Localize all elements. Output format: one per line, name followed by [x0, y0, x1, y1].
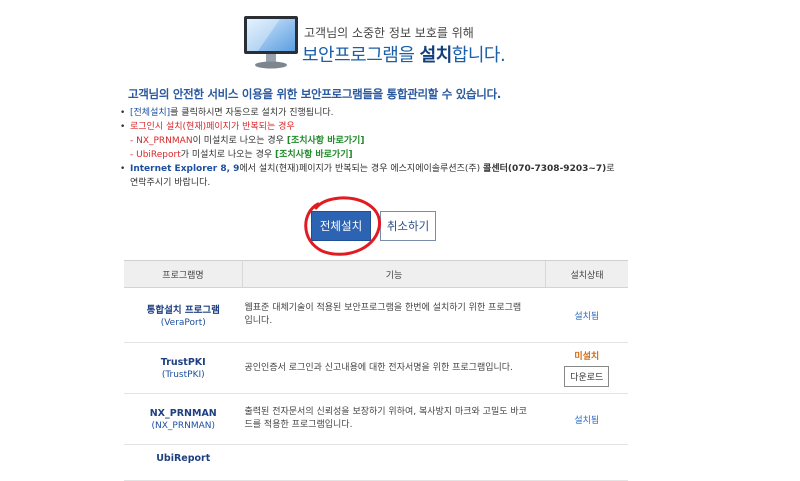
- table-row: TrustPKI (TrustPKI) 공인인증서 로그인과 신고내용에 대한 …: [124, 342, 628, 394]
- program-sub: (NX_PRNMAN): [151, 420, 216, 431]
- program-name: 통합설치 프로그램: [146, 305, 220, 316]
- install-all-link[interactable]: [전체설치]: [130, 108, 170, 118]
- status-cell: 설치됨: [545, 393, 628, 445]
- note-2a-prefix: - NX_PRNMAN: [130, 136, 193, 146]
- note-2b: - UbiReport가 미설치로 나오는 경우 [조치사항 바로가기]: [120, 148, 620, 162]
- header-title-c: 설치: [419, 45, 453, 66]
- ubireport-fix-link[interactable]: [조치사항 바로가기]: [275, 150, 353, 160]
- program-function: 공인인증서 로그인과 신고내용에 대한 전자서명을 위한 프로그램입니다.: [242, 342, 546, 394]
- header-title-b: 을: [398, 45, 420, 66]
- status-cell: 미설치 다운로드: [545, 342, 628, 394]
- note-2-text: 로그인시 설치(현재)페이지가 반복되는 경우: [130, 122, 295, 132]
- note-3: Internet Explorer 8, 9에서 설치(현재)페이지가 반복되는…: [120, 162, 620, 176]
- status-cell: 설치됨: [545, 287, 628, 343]
- note-2b-prefix: - UbiReport: [130, 150, 181, 160]
- program-name-cell: 통합설치 프로그램 (VeraPort): [124, 287, 243, 343]
- header-program-name: 프로그램명: [124, 260, 243, 288]
- note-3-line2: 연락주시기 바랍니다.: [130, 178, 211, 188]
- note-2: 로그인시 설치(현재)페이지가 반복되는 경우: [120, 120, 620, 134]
- header: 고객님의 소중한 정보 보호를 위해 보안프로그램을 설치합니다.: [240, 14, 580, 70]
- program-sub: (TrustPKI): [161, 369, 205, 380]
- install-all-button[interactable]: 전체설치: [311, 211, 371, 241]
- monitor-icon: [244, 16, 298, 69]
- header-title: 보안프로그램을 설치합니다.: [302, 41, 506, 67]
- program-sub: (VeraPort): [160, 318, 206, 328]
- note-2a-text: 이 미설치로 나오는 경우: [192, 136, 287, 146]
- note-1: [전체설치]를 클릭하시면 자동으로 설치가 진행됩니다.: [120, 106, 620, 120]
- intro-text: 고객님의 안전한 서비스 이용을 위한 보안프로그램들을 통합관리할 수 있습니…: [128, 87, 501, 101]
- table-header-row: 프로그램명 기능 설치상태: [124, 260, 628, 288]
- table-row: NX_PRNMAN (NX_PRNMAN) 출력된 전자문서의 신뢰성을 보장하…: [124, 393, 628, 445]
- program-name-cell: NX_PRNMAN (NX_PRNMAN): [124, 393, 243, 445]
- status-not-installed: 미설치: [574, 352, 600, 362]
- header-title-a: 보안프로그램: [302, 45, 399, 66]
- download-button[interactable]: 다운로드: [564, 366, 610, 387]
- header-install-status: 설치상태: [545, 260, 628, 288]
- status-installed: 설치됨: [574, 415, 600, 426]
- program-function: 출력된 전자문서의 신뢰성을 보장하기 위하여, 복사방지 마크와 고밀도 바코…: [242, 393, 546, 445]
- note-2b-text: 가 미설치로 나오는 경우: [180, 150, 275, 160]
- program-name: TrustPKI: [160, 356, 206, 368]
- table-row: 통합설치 프로그램 (VeraPort) 웹표준 대체기술이 적용된 보안프로그…: [124, 287, 628, 343]
- note-3-end: 로: [606, 164, 615, 174]
- program-name-cell: TrustPKI (TrustPKI): [124, 342, 243, 394]
- header-title-d: 합니다.: [451, 45, 506, 66]
- program-table: 프로그램명 기능 설치상태 통합설치 프로그램 (VeraPort) 웹표준 대…: [124, 260, 628, 481]
- cancel-button[interactable]: 취소하기: [380, 211, 436, 241]
- note-3-callcenter: 콜센터(070-7308-9203~7): [483, 164, 607, 174]
- header-subtitle: 고객님의 소중한 정보 보호를 위해: [304, 26, 474, 40]
- program-name: NX_PRNMAN: [149, 407, 217, 419]
- note-1-text: 를 클릭하시면 자동으로 설치가 진행됩니다.: [170, 108, 334, 118]
- note-2a: - NX_PRNMAN이 미설치로 나오는 경우 [조치사항 바로가기]: [120, 134, 620, 148]
- nx-prnman-fix-link[interactable]: [조치사항 바로가기]: [287, 136, 365, 146]
- program-name: UbiReport: [156, 453, 211, 464]
- program-function: 웹표준 대체기술이 적용된 보안프로그램을 한번에 설치하기 위한 프로그램입니…: [242, 287, 546, 343]
- status-installed: 설치됨: [574, 311, 600, 322]
- notes: [전체설치]를 클릭하시면 자동으로 설치가 진행됩니다. 로그인시 설치(현재…: [120, 106, 620, 190]
- note-3-browser: Internet Explorer 8, 9: [130, 164, 240, 174]
- header-function: 기능: [242, 260, 546, 288]
- note-3-text: 에서 설치(현재)페이지가 반복되는 경우 에스지에이솔루션즈(주): [239, 164, 484, 174]
